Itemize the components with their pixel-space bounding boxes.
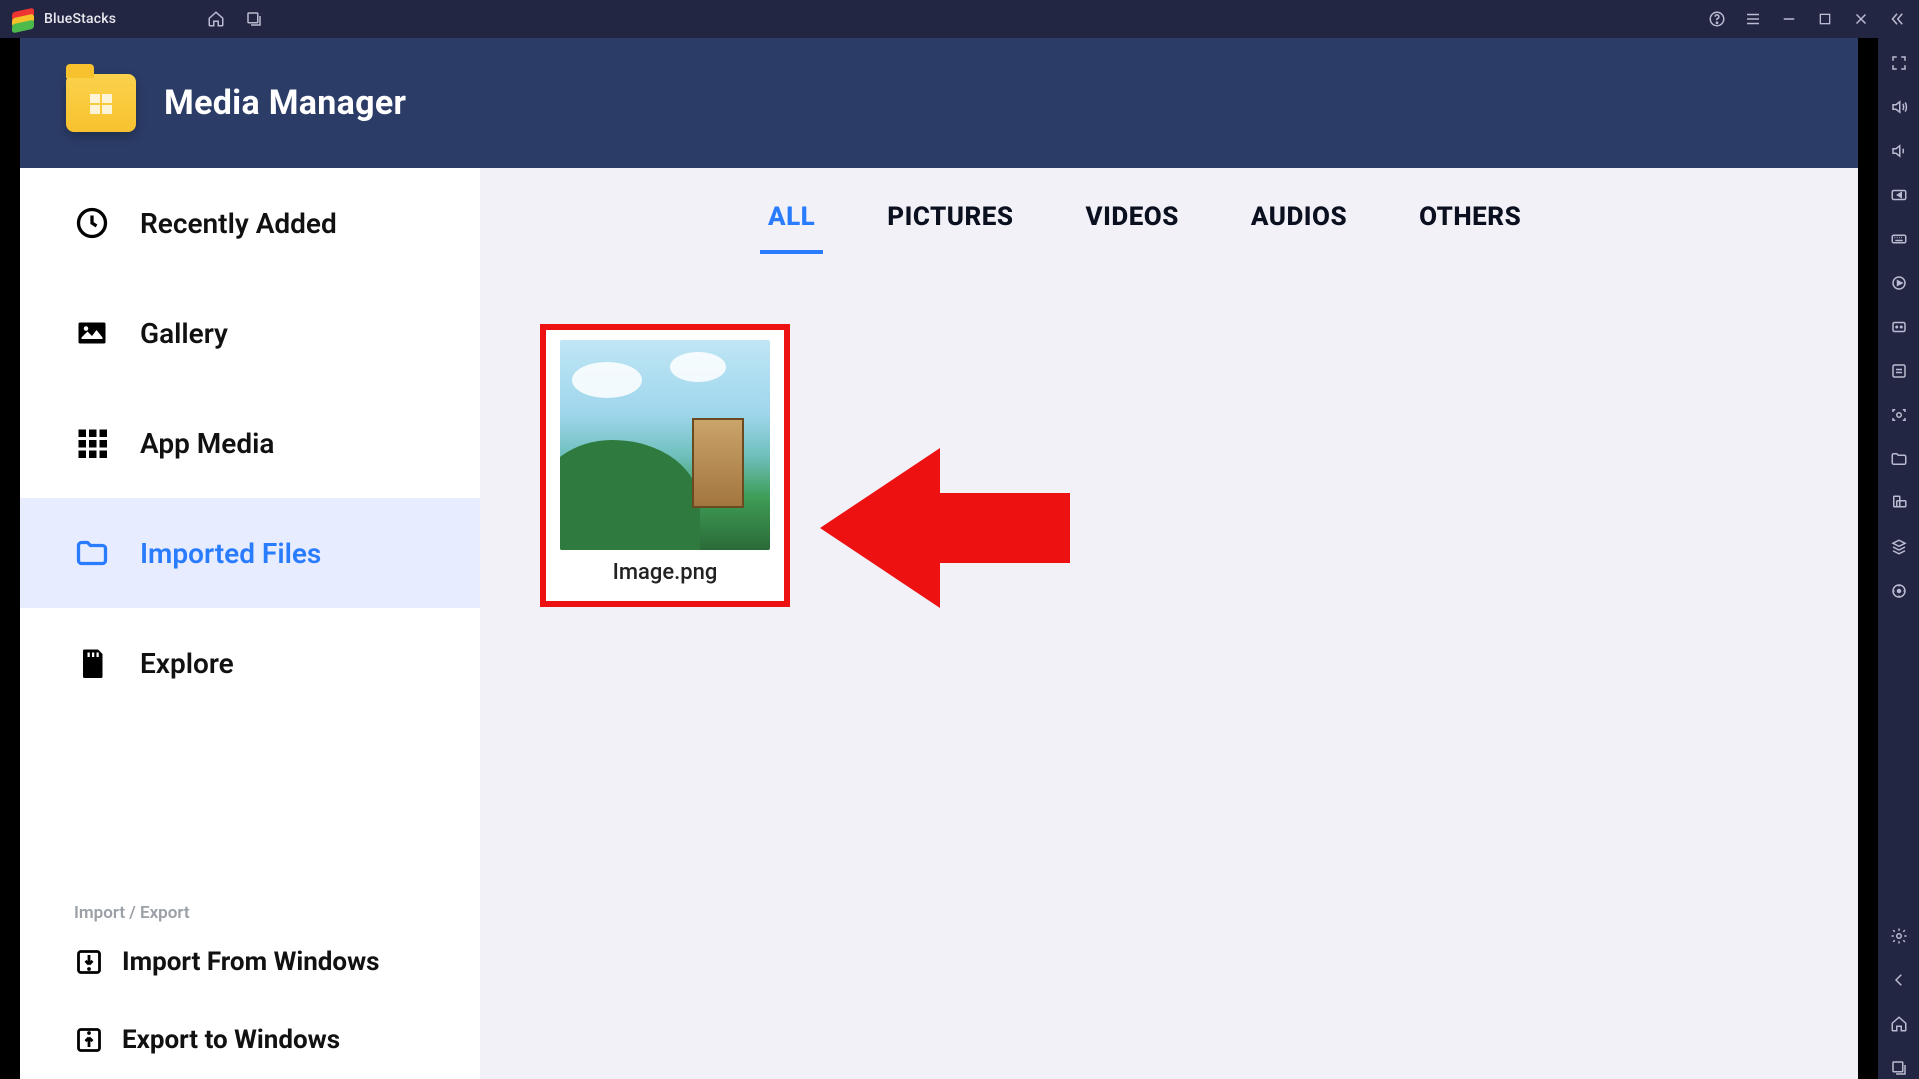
keyboard-icon[interactable]: [1888, 228, 1910, 250]
apk-icon[interactable]: [1888, 360, 1910, 382]
import-icon: [74, 947, 104, 977]
volume-down-icon[interactable]: [1888, 140, 1910, 162]
settings-icon[interactable]: [1888, 925, 1910, 947]
help-icon[interactable]: [1707, 9, 1727, 29]
multi-instance-icon[interactable]: [1888, 536, 1910, 558]
home-nav-icon[interactable]: [1888, 1013, 1910, 1035]
recents-icon[interactable]: [244, 9, 264, 29]
sidebar-item-label: Imported Files: [140, 537, 321, 570]
recents-nav-icon[interactable]: [1888, 1057, 1910, 1079]
sd-card-icon: [74, 645, 110, 681]
titlebar-left: BlueStacks: [0, 8, 116, 30]
content-area: ALL PICTURES VIDEOS AUDIOS OTHERS Imag: [480, 168, 1858, 1079]
sidebar-item-gallery[interactable]: Gallery: [20, 278, 480, 388]
sidebar-item-recently-added[interactable]: Recently Added: [20, 168, 480, 278]
app-header: Media Manager: [20, 38, 1858, 168]
file-item[interactable]: Image.png: [540, 324, 790, 607]
tab-others[interactable]: OTHERS: [1411, 192, 1529, 254]
tab-audios[interactable]: AUDIOS: [1243, 192, 1355, 254]
emulator-viewport: Media Manager Recently Added: [0, 38, 1878, 1079]
fullscreen-icon[interactable]: [1888, 52, 1910, 74]
screenshot-icon[interactable]: [1888, 404, 1910, 426]
import-from-windows-button[interactable]: Import From Windows: [20, 923, 480, 1001]
sidebar-item-label: Explore: [140, 647, 234, 680]
location-icon[interactable]: [1888, 580, 1910, 602]
close-icon[interactable]: [1851, 9, 1871, 29]
file-grid: Image.png: [480, 254, 1858, 607]
grid-icon: [74, 425, 110, 461]
keymap-icon[interactable]: [1888, 184, 1910, 206]
page-title: Media Manager: [164, 83, 406, 123]
sidebar: Recently Added Gallery App Media: [20, 168, 480, 1079]
sidebar-item-imported-files[interactable]: Imported Files: [20, 498, 480, 608]
sidebar-item-app-media[interactable]: App Media: [20, 388, 480, 498]
app-name: BlueStacks: [44, 11, 116, 27]
menu-icon[interactable]: [1743, 9, 1763, 29]
file-name-label: Image.png: [613, 560, 718, 591]
export-icon: [74, 1025, 104, 1055]
export-label: Export to Windows: [122, 1025, 340, 1055]
right-toolbar: [1878, 38, 1919, 1079]
rotate-icon[interactable]: [1888, 492, 1910, 514]
category-tabs: ALL PICTURES VIDEOS AUDIOS OTHERS: [480, 168, 1858, 254]
sidebar-section-label: Import / Export: [20, 885, 480, 923]
bluestacks-logo-icon: [12, 8, 34, 30]
record-icon[interactable]: [1888, 272, 1910, 294]
volume-up-icon[interactable]: [1888, 96, 1910, 118]
import-label: Import From Windows: [122, 947, 380, 977]
file-thumbnail: [560, 340, 770, 550]
sidebar-item-explore[interactable]: Explore: [20, 608, 480, 718]
tab-all[interactable]: ALL: [760, 192, 823, 254]
chevron-left-double-icon[interactable]: [1887, 9, 1907, 29]
tab-videos[interactable]: VIDEOS: [1078, 192, 1187, 254]
sidebar-item-label: App Media: [140, 427, 274, 460]
titlebar: BlueStacks: [0, 0, 1919, 38]
titlebar-nav: [206, 9, 264, 29]
clock-icon: [74, 205, 110, 241]
maximize-icon[interactable]: [1815, 9, 1835, 29]
back-icon[interactable]: [1888, 969, 1910, 991]
export-to-windows-button[interactable]: Export to Windows: [20, 1001, 480, 1079]
titlebar-right: [1707, 9, 1919, 29]
sidebar-item-label: Recently Added: [140, 207, 337, 240]
picture-icon: [74, 315, 110, 351]
media-manager-icon: [66, 74, 136, 132]
macro-icon[interactable]: [1888, 316, 1910, 338]
sidebar-item-label: Gallery: [140, 317, 228, 350]
home-icon[interactable]: [206, 9, 226, 29]
folder-open-icon[interactable]: [1888, 448, 1910, 470]
minimize-icon[interactable]: [1779, 9, 1799, 29]
tab-pictures[interactable]: PICTURES: [879, 192, 1021, 254]
folder-icon: [74, 535, 110, 571]
